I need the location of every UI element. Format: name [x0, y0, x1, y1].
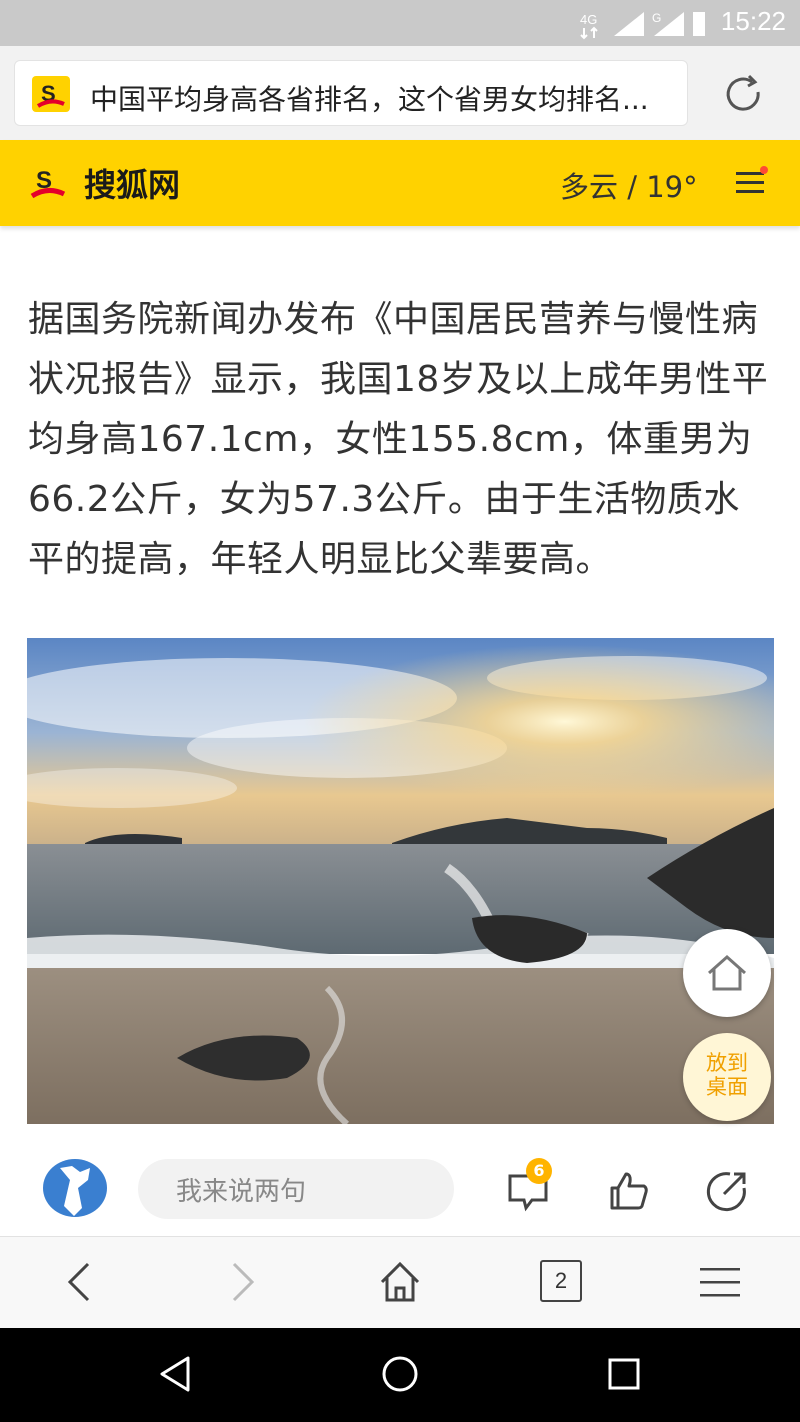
add-to-desktop-button[interactable]: 放到 桌面 [683, 1033, 771, 1121]
signal-icon-2: G [652, 11, 684, 36]
status-bar: 4G G 15:22 [0, 0, 800, 46]
back-icon[interactable] [58, 1260, 102, 1304]
page-title[interactable]: 中国平均身高各省排名，这个省男女均排名... [90, 78, 670, 118]
add-to-desktop-line2: 桌面 [706, 1075, 748, 1099]
recents-square-icon[interactable] [606, 1356, 642, 1392]
weather-info[interactable]: 多云 / 19° [560, 164, 698, 206]
battery-icon [693, 12, 705, 36]
back-triangle-icon[interactable] [156, 1354, 196, 1394]
sohu-header-logo-icon[interactable]: S [28, 162, 68, 202]
tab-count: 2 [540, 1260, 582, 1302]
browser-menu-icon[interactable] [698, 1260, 742, 1304]
home-circle-icon[interactable] [380, 1354, 420, 1394]
forward-icon[interactable] [220, 1260, 264, 1304]
home-icon[interactable] [378, 1260, 422, 1304]
article-paragraph: 据国务院新闻办发布《中国居民营养与慢性病状况报告》显示，我国18岁及以上成年男性… [28, 299, 769, 580]
site-name[interactable]: 搜狐网 [84, 160, 180, 206]
seascape-sunset-image [27, 638, 774, 1124]
reload-icon[interactable] [722, 72, 766, 116]
comment-input[interactable]: 我来说两句 [138, 1159, 454, 1219]
comment-count-badge: 6 [526, 1158, 552, 1184]
second-network-label: G [652, 11, 661, 25]
network-type-label: 4G [580, 12, 597, 27]
tabs-button[interactable]: 2 [540, 1260, 584, 1304]
share-icon[interactable] [706, 1168, 750, 1212]
add-to-desktop-label: 放到 桌面 [683, 1051, 771, 1099]
sohu-logo-icon: S [32, 76, 70, 112]
4g-network-icon: 4G [580, 12, 598, 40]
like-icon[interactable] [606, 1168, 650, 1212]
user-avatar[interactable] [42, 1158, 108, 1218]
android-navigation-bar [0, 1328, 800, 1422]
add-to-desktop-line1: 放到 [706, 1051, 748, 1075]
signal-icon [614, 12, 644, 36]
home-outline-icon [708, 954, 746, 991]
article-photo[interactable] [27, 638, 774, 1124]
status-time: 15:22 [720, 6, 786, 36]
menu-icon[interactable] [734, 166, 768, 198]
comment-placeholder: 我来说两句 [176, 1177, 307, 1207]
floating-home-button[interactable] [683, 929, 771, 1017]
